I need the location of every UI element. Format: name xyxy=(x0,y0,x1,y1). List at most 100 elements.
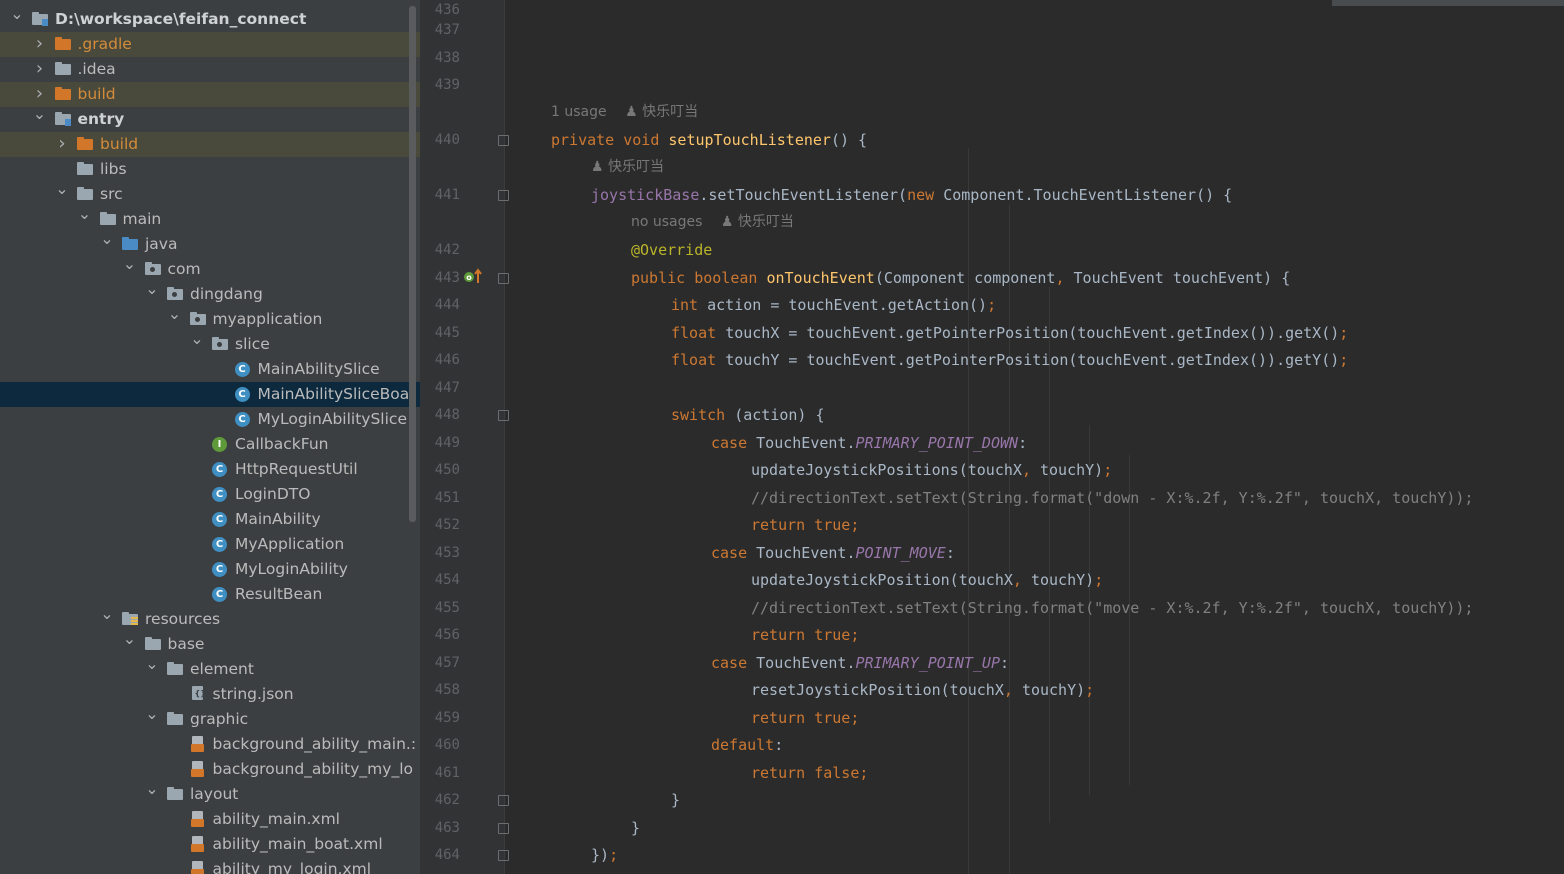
tree-node[interactable]: ⌄ layout xyxy=(0,779,420,807)
code-line[interactable]: joystickBase.setTouchEventListener(new C… xyxy=(591,183,1232,207)
chevron-down-icon[interactable]: ⌄ xyxy=(123,628,137,650)
tree-node[interactable]: ability_main.xml xyxy=(0,807,420,832)
chevron-down-icon[interactable]: ⌄ xyxy=(145,653,159,675)
usage-hint[interactable]: no usages ♟ 快乐叮当 xyxy=(631,212,794,232)
code-line[interactable]: private void setupTouchListener() { xyxy=(551,128,867,152)
code-line[interactable]: } xyxy=(631,816,640,840)
code-line[interactable]: default: xyxy=(711,733,783,757)
chevron-right-icon[interactable]: › xyxy=(33,83,47,105)
code-token: joystickBase xyxy=(591,186,700,204)
folder-icon xyxy=(99,211,117,227)
chevron-down-icon[interactable]: ⌄ xyxy=(55,178,69,200)
code-line[interactable]: float touchY = touchEvent.getPointerPosi… xyxy=(671,348,1348,372)
fold-toggle-icon[interactable] xyxy=(498,823,509,834)
fold-toggle-icon[interactable] xyxy=(498,135,509,146)
code-line[interactable]: switch (action) { xyxy=(671,403,825,427)
code-editor[interactable]: 436 437 438 439 440 441 442 443 444 445 446 447 448 4… xyxy=(420,0,1564,874)
chevron-down-icon[interactable]: ⌄ xyxy=(145,778,159,800)
tree-node[interactable]: › build xyxy=(0,132,420,157)
xml-file-icon xyxy=(190,761,207,777)
usage-hint[interactable]: 1 usage ♟ 快乐叮当 xyxy=(551,102,698,122)
tree-node[interactable]: ⌄ src xyxy=(0,179,420,207)
code-line[interactable]: return true; xyxy=(751,623,859,647)
tree-node[interactable]: ⌄ element xyxy=(0,654,420,682)
chevron-down-icon[interactable]: ⌄ xyxy=(145,703,159,725)
chevron-down-icon[interactable]: ⌄ xyxy=(10,3,24,25)
code-token: (Component component xyxy=(874,269,1056,287)
chevron-right-icon[interactable]: › xyxy=(33,58,47,80)
tree-node[interactable]: › build xyxy=(0,82,420,107)
code-line[interactable]: return true; xyxy=(751,513,859,537)
tree-node[interactable]: ⌄ base xyxy=(0,629,420,657)
chevron-right-icon[interactable]: › xyxy=(33,33,47,55)
tree-node[interactable]: ability_my_login.xml xyxy=(0,857,420,874)
tree-node[interactable]: background_ability_main.: xyxy=(0,732,420,757)
tree-node[interactable]: › .idea xyxy=(0,57,420,82)
project-tree-scrollbar[interactable] xyxy=(409,6,416,522)
chevron-down-icon[interactable]: ⌄ xyxy=(145,278,159,300)
code-line[interactable]: float touchX = touchEvent.getPointerPosi… xyxy=(671,321,1348,345)
tree-node[interactable]: ⌄ slice xyxy=(0,329,420,357)
chevron-down-icon[interactable]: ⌄ xyxy=(100,603,114,625)
chevron-down-icon[interactable]: ⌄ xyxy=(100,228,114,250)
code-line[interactable]: return true; xyxy=(751,706,859,730)
tree-node-label: resources xyxy=(145,610,221,628)
chevron-down-icon[interactable]: ⌄ xyxy=(33,103,47,125)
tree-node[interactable]: ⌄ D:\workspace\feifan_connect xyxy=(0,4,420,32)
tree-node[interactable]: ⌄ myapplication xyxy=(0,304,420,332)
fold-toggle-icon[interactable] xyxy=(498,850,509,861)
tree-node[interactable]: › .gradle xyxy=(0,32,420,57)
code-line[interactable]: return false; xyxy=(751,761,868,785)
tree-node[interactable]: C MainAbility xyxy=(0,507,420,532)
usage-count[interactable]: 1 usage xyxy=(551,104,607,120)
tree-node[interactable]: ⌄ dingdang xyxy=(0,279,420,307)
tree-node[interactable]: ⌄ graphic xyxy=(0,704,420,732)
chevron-right-icon[interactable]: › xyxy=(55,133,69,155)
chevron-down-icon[interactable]: ⌄ xyxy=(168,303,182,325)
code-line[interactable]: //directionText.setText(String.format("d… xyxy=(751,486,1473,510)
tree-node[interactable]: C ResultBean xyxy=(0,582,420,607)
code-line[interactable]: //directionText.setText(String.format("m… xyxy=(751,596,1473,620)
code-line[interactable]: updateJoystickPosition(touchX, touchY); xyxy=(751,568,1103,592)
code-line[interactable]: }); xyxy=(591,843,618,867)
chevron-down-icon[interactable]: ⌄ xyxy=(123,253,137,275)
code-line[interactable]: public boolean onTouchEvent(Component co… xyxy=(631,266,1290,290)
code-line[interactable]: case TouchEvent.POINT_MOVE: xyxy=(711,541,955,565)
tree-node[interactable]: ⌄ java xyxy=(0,229,420,257)
tree-node[interactable]: C MainAbilitySlice xyxy=(0,357,420,382)
tree-node[interactable]: C MyApplication xyxy=(0,532,420,557)
tree-node[interactable]: C LoginDTO xyxy=(0,482,420,507)
chevron-down-icon[interactable]: ⌄ xyxy=(190,328,204,350)
tree-node[interactable]: ⌄ entry xyxy=(0,104,420,132)
code-line[interactable]: } xyxy=(671,788,680,812)
tree-node[interactable]: C MainAbilitySliceBoa xyxy=(0,382,420,407)
tree-node[interactable]: background_ability_my_lo xyxy=(0,757,420,782)
code-line[interactable]: case TouchEvent.PRIMARY_POINT_UP: xyxy=(711,651,1009,675)
code-line[interactable]: case TouchEvent.PRIMARY_POINT_DOWN: xyxy=(711,431,1027,455)
tree-node[interactable]: C HttpRequestUtil xyxy=(0,457,420,482)
code-line[interactable]: resetJoystickPosition(touchX, touchY); xyxy=(751,678,1094,702)
fold-toggle-icon[interactable] xyxy=(498,190,509,201)
code-token: .setTouchEventListener( xyxy=(699,186,908,204)
chevron-down-icon[interactable]: ⌄ xyxy=(78,203,92,225)
tree-node-label: build xyxy=(77,85,116,103)
editor-horizontal-scrollbar[interactable] xyxy=(1332,0,1564,6)
override-gutter-icon[interactable]: o xyxy=(463,268,485,290)
tree-node[interactable]: C MyLoginAbility xyxy=(0,557,420,582)
tree-node[interactable]: ability_main_boat.xml xyxy=(0,832,420,857)
tree-node[interactable]: I CallbackFun xyxy=(0,432,420,457)
code-line[interactable]: @Override xyxy=(631,238,712,262)
fold-toggle-icon[interactable] xyxy=(498,273,509,284)
fold-toggle-icon[interactable] xyxy=(498,410,509,421)
tree-node[interactable]: ⌄ resources xyxy=(0,604,420,632)
code-token: ; xyxy=(609,846,619,864)
code-line[interactable]: int action = touchEvent.getAction(); xyxy=(671,293,996,317)
tree-node[interactable]: ⌄ com xyxy=(0,254,420,282)
tree-node[interactable]: ⌄ main xyxy=(0,204,420,232)
author-hint[interactable]: ♟ 快乐叮当 xyxy=(591,157,664,177)
usage-count[interactable]: no usages xyxy=(631,214,702,230)
tree-node[interactable]: string.json xyxy=(0,682,420,707)
tree-node[interactable]: C MyLoginAbilitySlice xyxy=(0,407,420,432)
code-line[interactable]: updateJoystickPositions(touchX, touchY); xyxy=(751,458,1112,482)
fold-toggle-icon[interactable] xyxy=(498,795,509,806)
